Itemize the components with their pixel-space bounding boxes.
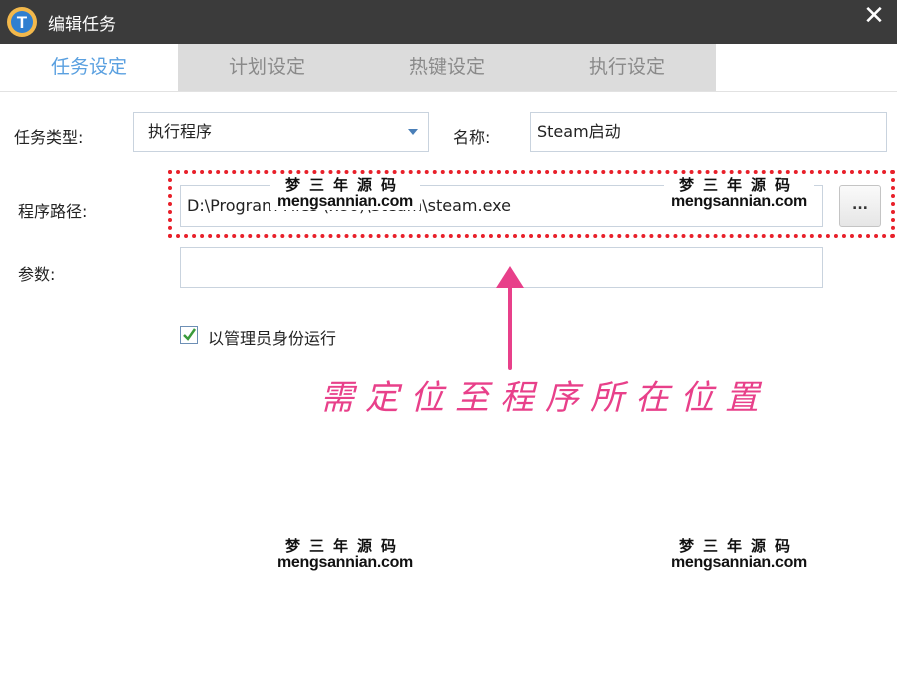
tab-hotkey-settings[interactable]: 热键设定 xyxy=(356,44,538,91)
close-icon: ✕ xyxy=(863,1,885,31)
name-value: Steam启动 xyxy=(537,122,621,141)
watermark-en: mengsannian.com xyxy=(277,554,413,571)
params-label: 参数: xyxy=(18,265,56,284)
task-type-value: 执行程序 xyxy=(148,122,213,141)
tab-bar: 任务设定 计划设定 热键设定 执行设定 xyxy=(0,44,897,92)
program-path-label: 程序路径: xyxy=(18,202,88,221)
watermark: 梦三年源码 mengsannian.com xyxy=(664,538,814,571)
app-logo-icon: T xyxy=(7,7,37,37)
watermark-cn: 梦三年源码 xyxy=(678,538,799,555)
window-title: 编辑任务 xyxy=(48,15,116,35)
watermark-cn: 梦三年源码 xyxy=(678,177,799,194)
run-as-admin-label: 以管理员身份运行 xyxy=(208,329,337,348)
watermark-cn: 梦三年源码 xyxy=(284,538,405,555)
tab-schedule-settings[interactable]: 计划设定 xyxy=(178,44,356,91)
name-input[interactable]: Steam启动 xyxy=(530,112,887,152)
watermark: 梦三年源码 mengsannian.com xyxy=(664,177,814,210)
watermark-cn: 梦三年源码 xyxy=(284,177,405,194)
run-as-admin-checkbox[interactable] xyxy=(180,326,198,344)
chevron-down-icon xyxy=(408,129,418,135)
checkmark-icon xyxy=(183,328,197,341)
watermark-en: mengsannian.com xyxy=(671,193,807,210)
watermark: 梦三年源码 mengsannian.com xyxy=(270,177,420,210)
task-type-label: 任务类型: xyxy=(14,128,84,147)
watermark-en: mengsannian.com xyxy=(277,193,413,210)
name-label: 名称: xyxy=(453,128,491,147)
task-type-select[interactable]: 执行程序 xyxy=(133,112,429,152)
annotation-text: 需定位至程序所在位置 xyxy=(320,378,770,418)
svg-text:T: T xyxy=(17,13,28,32)
tab-execution-settings[interactable]: 执行设定 xyxy=(538,44,716,91)
close-button[interactable]: ✕ xyxy=(859,2,889,38)
tab-task-settings[interactable]: 任务设定 xyxy=(0,44,178,91)
watermark: 梦三年源码 mengsannian.com xyxy=(270,538,420,571)
watermark-en: mengsannian.com xyxy=(671,554,807,571)
title-bar: T 编辑任务 ✕ xyxy=(0,0,897,44)
arrow-up-icon xyxy=(496,266,524,370)
